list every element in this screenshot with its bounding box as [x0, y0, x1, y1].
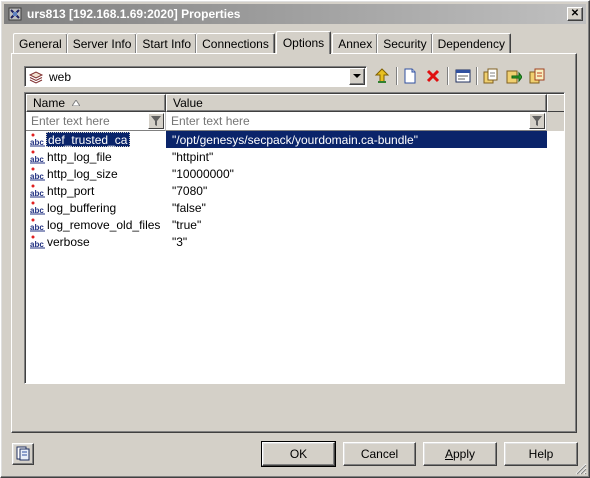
delete-icon[interactable] [423, 66, 443, 86]
name-filter-input[interactable] [26, 113, 136, 129]
table-row[interactable]: abc def_trusted_ca "/opt/genesys/secpack… [26, 131, 564, 148]
option-name: verbose [47, 234, 90, 249]
option-name: http_port [47, 183, 95, 198]
table-row[interactable]: abc http_port "7080" [26, 182, 564, 199]
value-filter-cell [166, 112, 547, 131]
window-title: urs813 [192.168.1.69:2020] Properties [27, 7, 241, 21]
toolbar-separator [476, 67, 478, 85]
copy-icon[interactable] [527, 66, 547, 86]
tab-start-info[interactable]: Start Info [136, 33, 198, 53]
tab-annex[interactable]: Annex [332, 33, 379, 53]
help-button-label: Help [528, 447, 554, 461]
option-value: "false" [172, 200, 206, 215]
abc-string-icon: abc [30, 184, 46, 198]
tab-general[interactable]: General [13, 33, 68, 53]
apply-label-rest: pply [453, 447, 476, 461]
close-button[interactable]: ✕ [567, 7, 583, 21]
table-row[interactable]: abc log_buffering "false" [26, 199, 564, 216]
section-icon [28, 69, 44, 85]
tab-connections[interactable]: Connections [196, 33, 275, 53]
value-filter-input[interactable] [166, 113, 516, 129]
import-icon[interactable] [504, 66, 524, 86]
tab-security[interactable]: Security [377, 33, 433, 53]
close-icon: ✕ [570, 8, 580, 19]
name-filter-cell [26, 112, 166, 131]
abc-string-icon: abc [30, 218, 46, 232]
option-name: log_buffering [47, 200, 117, 215]
toolbar-separator [447, 67, 449, 85]
option-value: "3" [172, 234, 188, 249]
table-row[interactable]: abc http_log_file "httpint" [26, 148, 564, 165]
option-value: "10000000" [172, 166, 234, 181]
copy-properties-button[interactable] [12, 443, 34, 465]
filter-icon[interactable] [529, 113, 545, 129]
option-value: "true" [172, 217, 202, 232]
column-header-label: Value [173, 96, 203, 110]
title-bar[interactable]: urs813 [192.168.1.69:2020] Properties ✕ [4, 4, 586, 24]
cancel-button[interactable]: Cancel [343, 442, 416, 466]
cancel-button-label: Cancel [360, 447, 399, 461]
column-header-value[interactable]: Value [166, 94, 547, 112]
toolbar-separator [396, 67, 398, 85]
app-icon [7, 6, 23, 22]
resize-grip-icon[interactable] [575, 463, 587, 475]
apply-mnemonic: A [444, 447, 453, 461]
section-selector[interactable]: web [24, 66, 367, 87]
sort-ascending-icon [72, 100, 80, 106]
tab-options[interactable]: Options [275, 31, 332, 54]
abc-string-icon: abc [30, 235, 46, 249]
abc-string-icon: abc [30, 167, 46, 181]
table-row[interactable]: abc verbose "3" [26, 233, 564, 250]
chevron-down-icon[interactable] [349, 68, 365, 85]
option-value: "7080" [172, 183, 208, 198]
tab-server-info[interactable]: Server Info [66, 33, 138, 53]
export-icon[interactable] [481, 66, 501, 86]
section-selector-value: web [49, 69, 72, 84]
option-name: http_log_file [47, 149, 112, 164]
abc-string-icon: abc [30, 201, 46, 215]
option-value: "httpint" [172, 149, 214, 164]
properties-window: urs813 [192.168.1.69:2020] Properties ✕ … [0, 0, 590, 478]
properties-icon[interactable] [453, 66, 473, 86]
up-level-icon[interactable] [372, 66, 392, 86]
abc-string-icon: abc [30, 133, 46, 147]
column-header-label: Name [33, 96, 66, 110]
option-name: def_trusted_ca [46, 132, 131, 147]
options-grid: Name Value Enter text here Enter text he… [24, 92, 565, 384]
grid-rows: abc def_trusted_ca "/opt/genesys/secpack… [26, 131, 564, 250]
header-filler [547, 94, 564, 112]
filter-row [26, 112, 564, 131]
ok-button[interactable]: OK [261, 441, 336, 467]
filter-filler [547, 112, 564, 131]
grid-header: Name Value [26, 94, 564, 112]
tab-strip: General Server Info Start Info Connectio… [13, 31, 511, 54]
option-name: log_remove_old_files [47, 217, 161, 232]
ok-button-label: OK [289, 447, 308, 461]
abc-string-icon: abc [30, 150, 46, 164]
clipboard-icon [16, 445, 30, 464]
column-header-name[interactable]: Name [26, 94, 166, 112]
option-name: http_log_size [47, 166, 118, 181]
option-value: "/opt/genesys/secpack/yourdomain.ca-bund… [166, 131, 547, 148]
table-row[interactable]: abc log_remove_old_files "true" [26, 216, 564, 233]
new-icon[interactable] [400, 66, 420, 86]
tab-dependency[interactable]: Dependency [431, 33, 511, 53]
help-button[interactable]: Help [504, 442, 578, 466]
filter-icon[interactable] [148, 113, 164, 129]
apply-button-label: Apply [445, 447, 475, 461]
apply-button[interactable]: Apply [423, 442, 497, 466]
table-row[interactable]: abc http_log_size "10000000" [26, 165, 564, 182]
